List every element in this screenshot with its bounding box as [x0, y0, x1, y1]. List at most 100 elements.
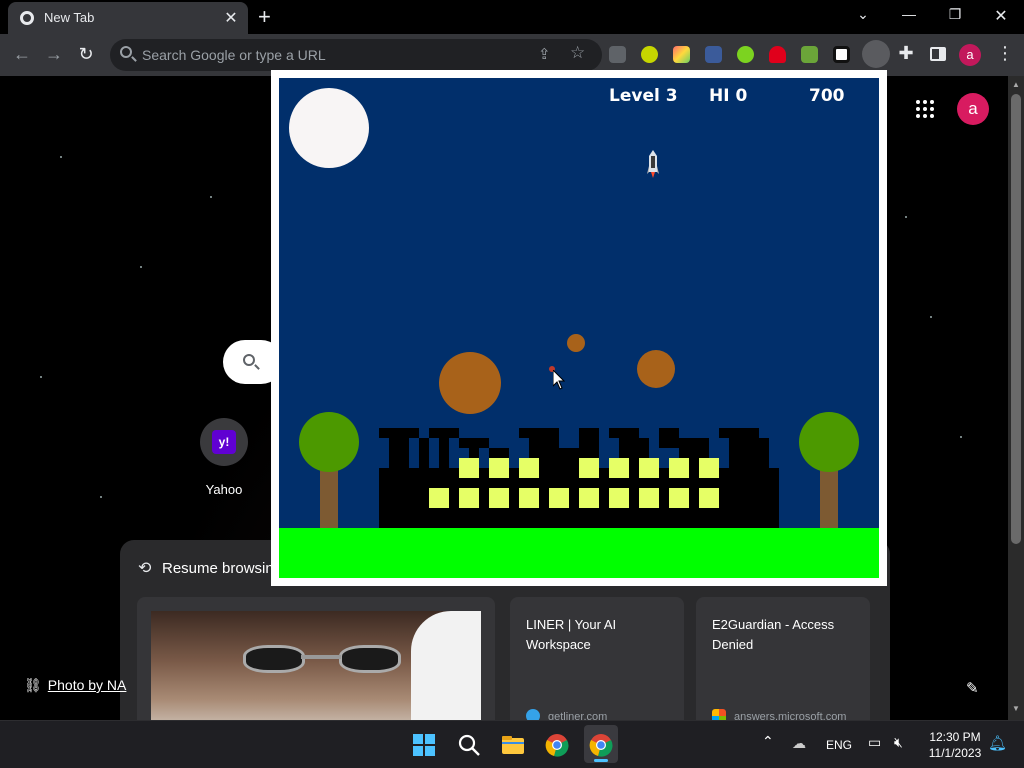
- window-close-icon[interactable]: ✕: [986, 6, 1016, 26]
- building-silhouette: [379, 428, 779, 528]
- sunglasses-left: [243, 645, 305, 673]
- shortcut-label[interactable]: Yahoo: [185, 482, 263, 497]
- star-icon[interactable]: ☆: [570, 43, 585, 63]
- volume-muted-icon[interactable]: 🔇︎: [894, 734, 903, 751]
- building-window: [639, 488, 659, 508]
- tab-search-icon[interactable]: ⌄: [848, 6, 878, 23]
- notification-icon[interactable]: 🔔︎: [988, 734, 1007, 752]
- meteor-medium: [637, 350, 675, 388]
- building-window: [489, 488, 509, 508]
- apps-icon[interactable]: [916, 100, 934, 118]
- extension-7-icon[interactable]: [801, 46, 818, 63]
- card-url: getliner.com: [548, 711, 608, 720]
- clock-time: 12:30 PM: [929, 730, 981, 744]
- chrome-icon[interactable]: [545, 733, 569, 757]
- building-window: [459, 458, 479, 478]
- photo-credit-text: Photo by NA: [47, 677, 127, 693]
- close-icon[interactable]: ✕: [222, 8, 240, 28]
- journeys-icon: ⟲: [138, 560, 152, 577]
- game-popup-window: Level 3 HI 0 700: [271, 70, 887, 586]
- thumbnail-image: [151, 611, 481, 720]
- network-icon[interactable]: ▭: [868, 734, 881, 751]
- building-window: [609, 458, 629, 478]
- resume-card-e2guardian[interactable]: E2Guardian - Access Denied answers.micro…: [696, 597, 870, 720]
- card-title: E2Guardian - Access Denied: [712, 617, 835, 652]
- search-icon: [243, 354, 255, 366]
- extension-8-icon[interactable]: [833, 46, 850, 63]
- link-icon: ⛓: [24, 677, 42, 693]
- city-building: [379, 428, 779, 528]
- chrome-icon: [20, 11, 34, 25]
- chrome-icon: [589, 734, 613, 757]
- extension-9-icon[interactable]: [862, 40, 890, 68]
- system-clock[interactable]: 12:30 PM 11/1/2023: [920, 729, 990, 761]
- plus-icon[interactable]: +: [258, 4, 271, 30]
- address-bar[interactable]: Search Google or type a URL ⇪ ☆: [110, 39, 602, 71]
- profile-avatar[interactable]: a: [957, 93, 989, 125]
- sunglasses-right: [339, 645, 401, 673]
- building-window: [699, 488, 719, 508]
- onedrive-icon[interactable]: ☁: [792, 735, 806, 752]
- restore-icon[interactable]: ❐: [940, 6, 970, 23]
- reload-icon[interactable]: ↻: [74, 44, 98, 65]
- scrollbar-thumb[interactable]: [1011, 94, 1021, 544]
- extension-4-icon[interactable]: [705, 46, 722, 63]
- building-window: [549, 488, 569, 508]
- clock-date: 11/1/2023: [928, 746, 982, 760]
- card-title: LINER | Your AI Workspace: [526, 617, 617, 652]
- back-icon[interactable]: ←: [10, 44, 34, 65]
- search-icon: [120, 46, 132, 58]
- building-window: [579, 458, 599, 478]
- extension-2-icon[interactable]: [641, 46, 658, 63]
- forward-icon[interactable]: →: [42, 44, 66, 65]
- tree-crown-right: [799, 412, 859, 472]
- address-bar-placeholder: Search Google or type a URL: [142, 47, 326, 63]
- tree-trunk-left: [320, 468, 338, 528]
- resume-card-liner[interactable]: LINER | Your AI Workspace getliner.com: [510, 597, 684, 720]
- building-window: [699, 458, 719, 478]
- chevron-up-icon[interactable]: ⌃: [762, 733, 774, 750]
- sidepanel-icon[interactable]: [930, 47, 946, 61]
- minimize-icon[interactable]: —: [894, 6, 924, 22]
- resume-card-photo[interactable]: [137, 597, 495, 720]
- meteor-small: [567, 334, 585, 352]
- edit-icon[interactable]: ✎: [966, 679, 979, 697]
- tree-crown-left: [299, 412, 359, 472]
- page-scrollbar[interactable]: ▲ ▼: [1008, 76, 1024, 720]
- building-window: [519, 458, 539, 478]
- yahoo-icon: y!: [212, 430, 236, 454]
- extensions-icon[interactable]: ✚: [894, 43, 918, 64]
- menu-icon[interactable]: ⋮: [996, 43, 1014, 64]
- building-window: [639, 458, 659, 478]
- building-window: [579, 488, 599, 508]
- extension-1-icon[interactable]: [609, 46, 626, 63]
- tab-strip: New Tab ✕ + ⌄ — ❐ ✕: [0, 0, 1024, 34]
- language-indicator[interactable]: ENG: [826, 738, 852, 752]
- tab-new-tab[interactable]: New Tab ✕: [8, 2, 248, 34]
- tree-trunk-right: [820, 468, 838, 528]
- extension-6-icon[interactable]: [769, 46, 786, 63]
- resume-title: Resume browsin: [162, 560, 274, 577]
- shortcut-yahoo[interactable]: y!: [200, 418, 248, 466]
- extension-3-icon[interactable]: [673, 46, 690, 63]
- liner-icon: [526, 709, 540, 720]
- active-app-highlight[interactable]: [584, 725, 618, 763]
- building-window: [669, 488, 689, 508]
- windows-taskbar: ⌃ ☁ ENG ▭ 🔇︎ 12:30 PM 11/1/2023 🔔︎: [0, 720, 1024, 768]
- taskbar-search-icon[interactable]: [457, 733, 481, 757]
- profile-avatar[interactable]: a: [959, 44, 981, 66]
- share-icon[interactable]: ⇪: [538, 45, 551, 63]
- card-url: answers.microsoft.com: [734, 711, 847, 720]
- mouse-cursor-icon: [553, 370, 565, 390]
- microsoft-icon: [712, 709, 726, 720]
- moon: [289, 88, 369, 168]
- building-window: [669, 458, 689, 478]
- score-label: 700: [809, 86, 845, 106]
- meteor-large: [439, 352, 501, 414]
- photo-credit-link[interactable]: ⛓ Photo by NA: [24, 677, 126, 694]
- windows-start-icon[interactable]: [412, 733, 436, 757]
- file-explorer-icon[interactable]: [501, 733, 525, 757]
- high-score-label: HI 0: [709, 86, 748, 106]
- extension-5-icon[interactable]: [737, 46, 754, 63]
- game-canvas[interactable]: Level 3 HI 0 700: [279, 78, 879, 578]
